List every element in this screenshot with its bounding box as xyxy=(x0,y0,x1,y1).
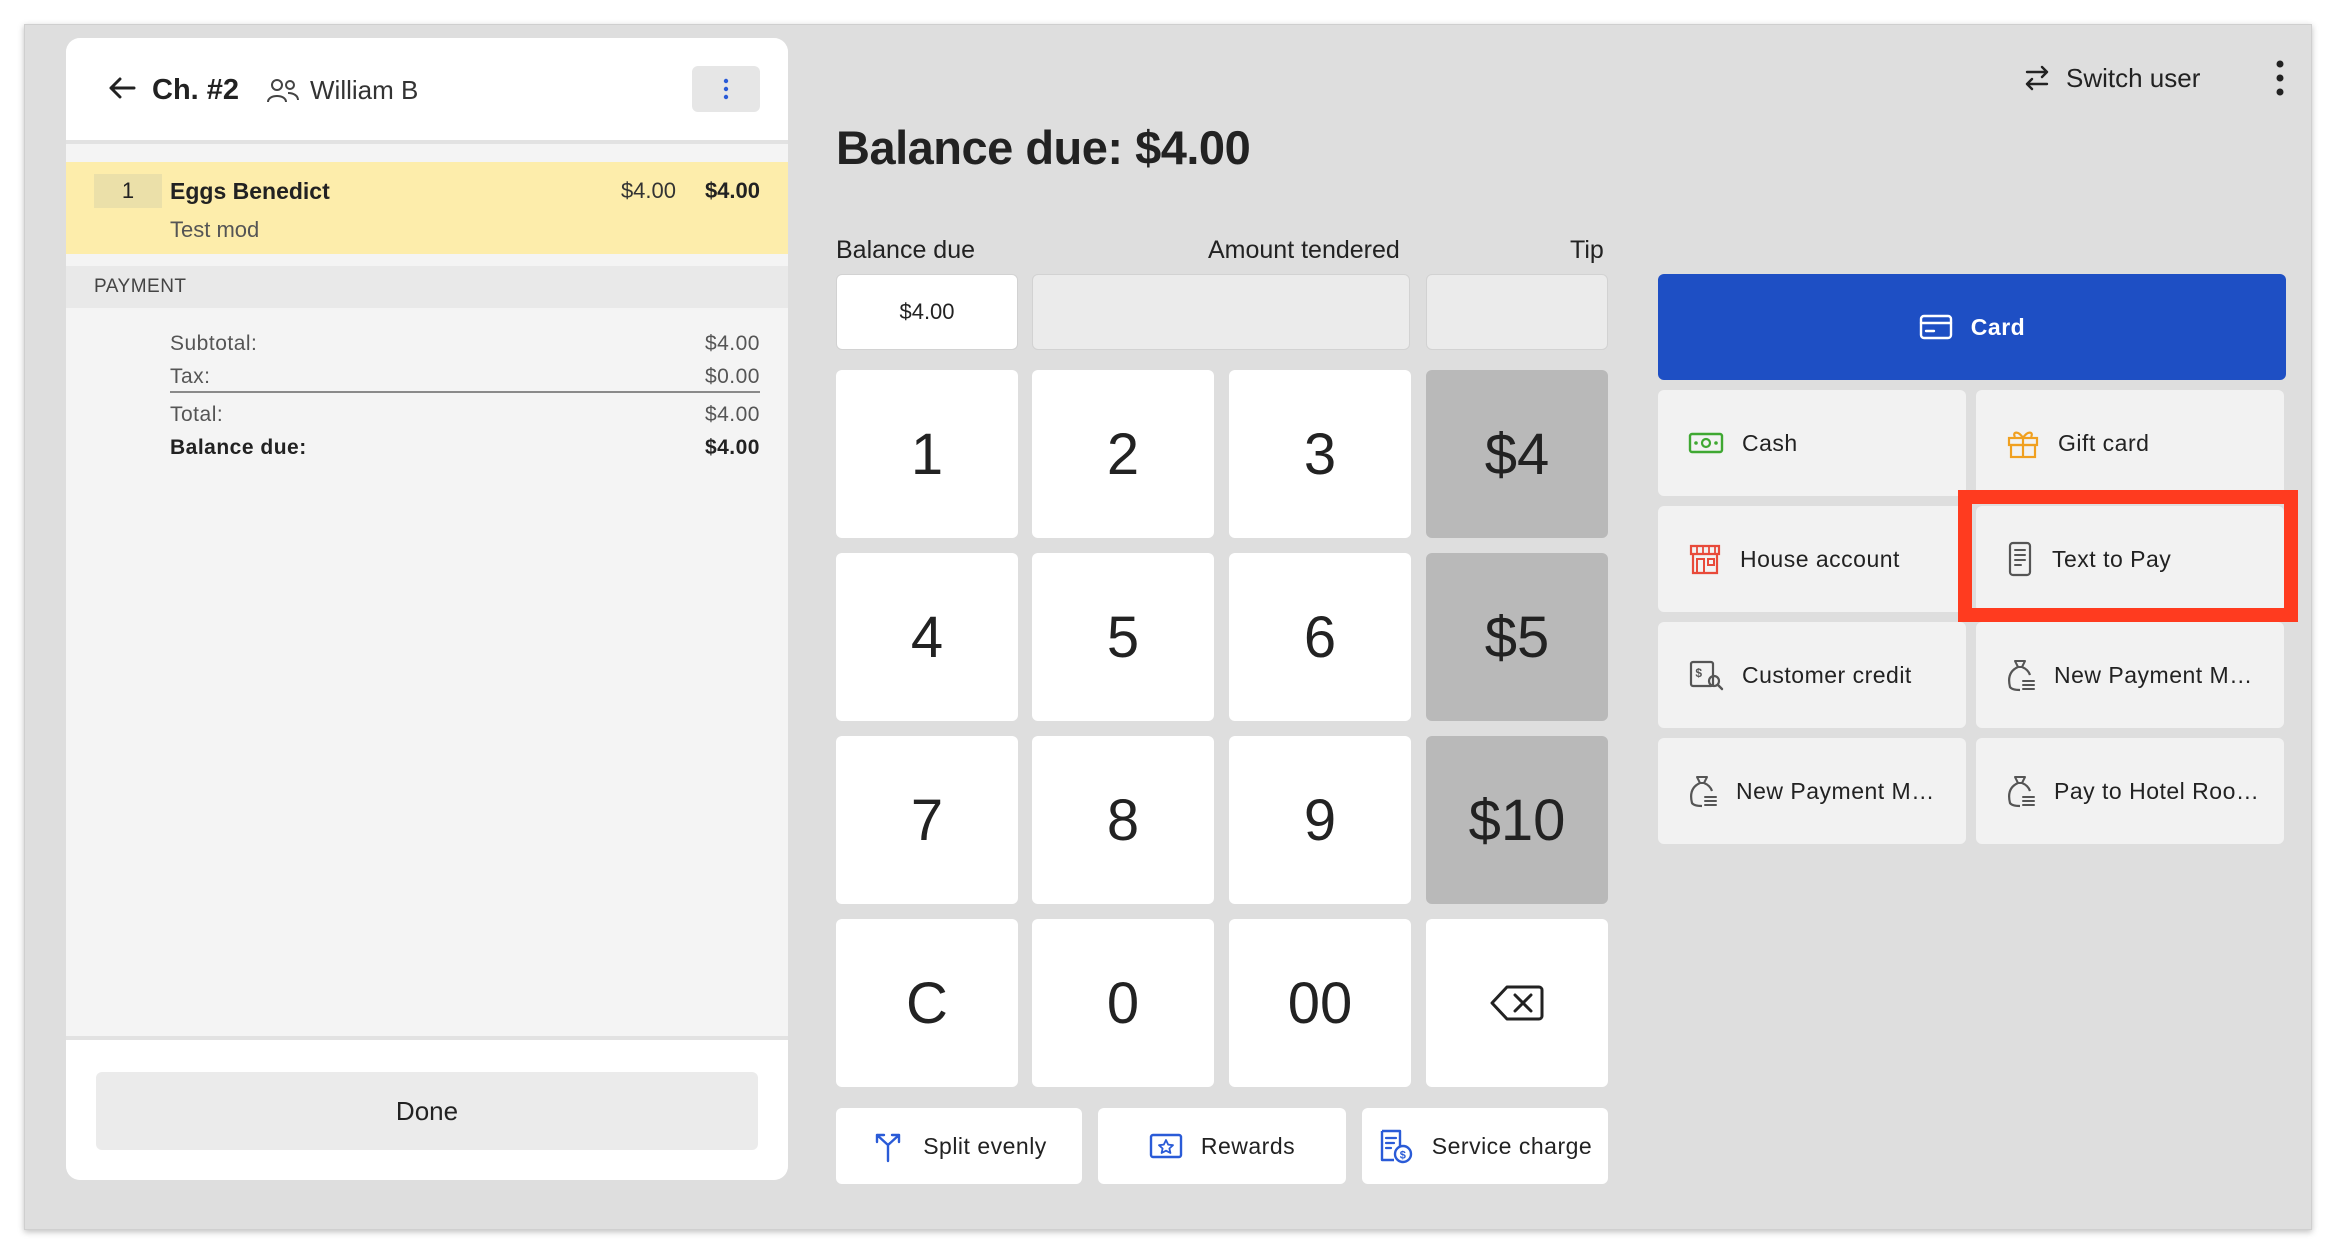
split-evenly-button[interactable]: Split evenly xyxy=(836,1108,1082,1184)
cash-icon xyxy=(1688,432,1724,454)
more-vertical-icon[interactable] xyxy=(2270,56,2290,100)
switch-user-button[interactable]: Switch user xyxy=(2022,58,2200,98)
item-total: $4.00 xyxy=(704,178,760,203)
totals-summary: Subtotal: $4.00 Tax: $0.00 Total: $4.00 … xyxy=(170,332,760,469)
gift-card-payment-button[interactable]: Gift card xyxy=(1976,390,2284,496)
new-payment-method-button-2[interactable]: New Payment M… xyxy=(1658,738,1966,844)
svg-text:$: $ xyxy=(1399,1150,1406,1162)
subtotal-value: $4.00 xyxy=(704,332,760,355)
house-account-icon xyxy=(1689,544,1721,575)
tax-row: Tax: $0.00 xyxy=(170,365,760,393)
keypad-3[interactable]: 3 xyxy=(1229,370,1411,538)
subtotal-label: Subtotal: xyxy=(170,332,258,355)
service-charge-button[interactable]: $ Service charge xyxy=(1362,1108,1608,1184)
split-evenly-label: Split evenly xyxy=(923,1132,1047,1159)
text-to-pay-button[interactable]: Text to Pay xyxy=(1976,506,2284,612)
total-row: Total: $4.00 xyxy=(170,403,760,436)
item-price: $4.00 xyxy=(620,178,676,203)
balance-due-title: Balance due: $4.00 xyxy=(836,121,1251,174)
cash-payment-button[interactable]: Cash xyxy=(1658,390,1966,496)
new-payment-method-label-1: New Payment M… xyxy=(2054,661,2253,688)
quick-amount-4[interactable]: $4 xyxy=(1426,370,1608,538)
pay-to-hotel-room-button[interactable]: Pay to Hotel Roo… xyxy=(1976,738,2284,844)
receipt-phone-icon xyxy=(2008,541,2032,577)
item-name: Eggs Benedict xyxy=(170,178,330,204)
tax-label: Tax: xyxy=(170,365,211,388)
gift-icon xyxy=(2007,431,2039,459)
keypad-4[interactable]: 4 xyxy=(836,553,1018,721)
swap-arrows-icon xyxy=(2025,65,2049,91)
check-panel: Ch. #2 William B 1 Eggs Benedict $4.00 $… xyxy=(66,38,788,1180)
keypad-5[interactable]: 5 xyxy=(1032,553,1214,721)
service-charge-label: Service charge xyxy=(1431,1132,1593,1159)
backspace-icon xyxy=(1490,985,1544,1021)
check-options-button[interactable] xyxy=(692,66,760,112)
switch-user-label: Switch user xyxy=(2066,62,2201,93)
keypad-8[interactable]: 8 xyxy=(1032,736,1214,904)
balance-label: Balance due: xyxy=(170,436,307,459)
payment-heading: PAYMENT xyxy=(66,266,788,308)
back-arrow-icon[interactable] xyxy=(102,68,142,108)
cash-label: Cash xyxy=(1742,429,1798,456)
item-quantity: 1 xyxy=(94,174,162,208)
money-bag-icon xyxy=(1690,776,1717,808)
keypad-0[interactable]: 0 xyxy=(1032,919,1214,1087)
done-button[interactable]: Done xyxy=(96,1072,758,1150)
tip-field[interactable] xyxy=(1426,274,1608,350)
split-icon xyxy=(875,1133,901,1163)
credit-card-icon xyxy=(1919,314,1952,340)
keypad-1[interactable]: 1 xyxy=(836,370,1018,538)
tax-value: $0.00 xyxy=(704,365,760,388)
more-vertical-icon xyxy=(723,78,729,100)
rewards-star-icon xyxy=(1149,1133,1183,1159)
backspace-key[interactable] xyxy=(1426,919,1608,1087)
balance-row: Balance due: $4.00 xyxy=(170,436,760,469)
keypad-00[interactable]: 00 xyxy=(1229,919,1411,1087)
amount-tendered-field[interactable] xyxy=(1032,274,1410,350)
pay-to-hotel-room-label: Pay to Hotel Roo… xyxy=(2054,777,2260,804)
text-to-pay-label: Text to Pay xyxy=(2052,545,2172,572)
customer-credit-icon: $ xyxy=(1689,660,1724,691)
total-value: $4.00 xyxy=(704,403,760,426)
house-account-label: House account xyxy=(1740,545,1900,572)
keypad-6[interactable]: 6 xyxy=(1229,553,1411,721)
gift-card-label: Gift card xyxy=(2058,429,2150,456)
check-header: Ch. #2 William B xyxy=(66,38,788,144)
money-bag-icon xyxy=(2008,660,2035,692)
rewards-label: Rewards xyxy=(1200,1132,1296,1159)
customer-credit-payment-button[interactable]: $ Customer credit xyxy=(1658,622,1966,728)
new-payment-method-button-1[interactable]: New Payment M… xyxy=(1976,622,2284,728)
svg-text:$: $ xyxy=(1695,666,1702,680)
check-title: Ch. #2 xyxy=(152,74,240,106)
balance-due-label: Balance due xyxy=(836,236,976,264)
card-label: Card xyxy=(1970,313,2026,340)
keypad-7[interactable]: 7 xyxy=(836,736,1018,904)
quick-amount-5[interactable]: $5 xyxy=(1426,553,1608,721)
quick-amount-10[interactable]: $10 xyxy=(1426,736,1608,904)
subtotal-row: Subtotal: $4.00 xyxy=(170,332,760,365)
guests-icon xyxy=(267,79,299,103)
check-footer: Done xyxy=(66,1036,788,1180)
keypad-9[interactable]: 9 xyxy=(1229,736,1411,904)
total-label: Total: xyxy=(170,403,224,426)
balance-due-field: $4.00 xyxy=(836,274,1018,350)
server-name: William B xyxy=(310,75,419,105)
item-modifier: Test mod xyxy=(170,217,260,242)
service-charge-icon: $ xyxy=(1380,1129,1412,1164)
new-payment-method-label-2: New Payment M… xyxy=(1736,777,1935,804)
money-bag-icon xyxy=(2008,776,2035,808)
house-account-payment-button[interactable]: House account xyxy=(1658,506,1966,612)
customer-credit-label: Customer credit xyxy=(1742,661,1912,688)
keypad-clear[interactable]: C xyxy=(836,919,1018,1087)
rewards-button[interactable]: Rewards xyxy=(1098,1108,1346,1184)
check-item-row[interactable]: 1 Eggs Benedict $4.00 $4.00 Test mod xyxy=(66,162,788,254)
balance-value: $4.00 xyxy=(704,436,760,459)
keypad-2[interactable]: 2 xyxy=(1032,370,1214,538)
amount-tendered-label: Amount tendered xyxy=(1208,236,1400,264)
tip-label: Tip xyxy=(1570,236,1604,264)
card-payment-button[interactable]: Card xyxy=(1658,274,2286,380)
